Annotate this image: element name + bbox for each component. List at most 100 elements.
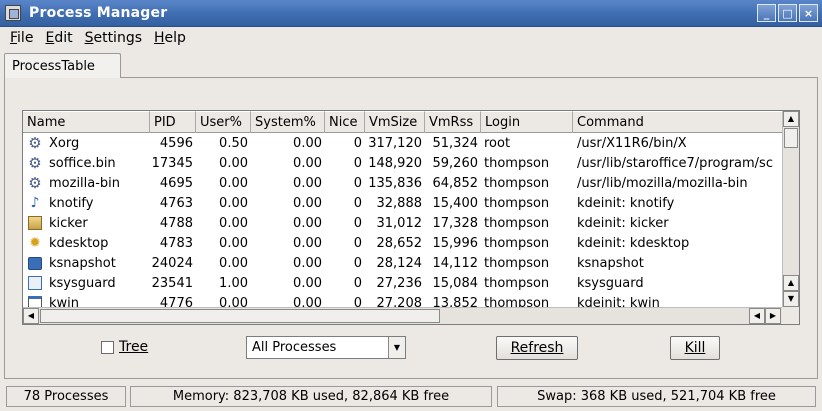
status-swap: Swap: 368 KB used, 521,704 KB free: [497, 386, 816, 407]
column-header-user-pct[interactable]: User%: [196, 111, 251, 133]
minimize-button[interactable]: _: [757, 4, 776, 22]
column-header-login[interactable]: Login: [481, 111, 573, 133]
cell-vmrss: 64,852: [432, 175, 479, 191]
cell-vmsize: 27,236: [376, 275, 423, 291]
cell-name: ⚙ soffice.bin: [23, 155, 150, 171]
cell-system-pct: 0.00: [293, 195, 322, 211]
cell-login: thompson: [484, 195, 550, 211]
horizontal-scrollbar[interactable]: ◀ ◀ ▶: [23, 307, 783, 324]
cell-login: thompson: [484, 275, 550, 291]
table-header: Name PID User% System% Nice VmSize VmRss Login C…: [23, 111, 783, 133]
cell-user-pct: 0.00: [219, 215, 248, 231]
scroll-left-button[interactable]: ◀: [23, 308, 39, 324]
table-row[interactable]: ⚙ soffice.bin 17345 0.00 0.00 0 148,920 59,260 t…: [23, 153, 783, 173]
gear-icon: ⚙: [28, 155, 42, 171]
cell-pid: 4596: [159, 135, 193, 151]
cell-system-pct: 0.00: [293, 135, 322, 151]
table-row[interactable]: ⚙ mozilla-bin 4695 0.00 0.00 0 135,836 64,852 th…: [23, 173, 783, 193]
menu-help[interactable]: Help: [148, 30, 192, 46]
cell-nice: 0: [353, 275, 362, 291]
cell-vmsize: 148,920: [368, 155, 422, 171]
chevron-down-icon[interactable]: ▼: [388, 337, 405, 358]
cell-vmsize: 135,836: [368, 175, 422, 191]
close-button[interactable]: ×: [799, 4, 818, 22]
column-header-name[interactable]: Name: [23, 111, 150, 133]
cell-vmsize: 28,124: [376, 255, 423, 271]
window-controls: _ □ ×: [757, 4, 818, 22]
column-header-command[interactable]: Command: [573, 111, 783, 133]
cell-user-pct: 0.00: [219, 255, 248, 271]
cell-command: /usr/lib/staroffice7/program/sc: [577, 155, 773, 171]
cell-system-pct: 0.00: [293, 235, 322, 251]
system-monitor-icon: [27, 275, 43, 291]
cell-nice: 0: [353, 195, 362, 211]
table-row[interactable]: ♪ knotify 4763 0.00 0.00 0 32,888 15,400 thompso…: [23, 193, 783, 213]
scroll-left-button-right[interactable]: ◀: [749, 308, 765, 324]
scroll-corner: [782, 307, 799, 324]
kill-button-label: Kill: [684, 340, 706, 356]
cell-system-pct: 0.00: [293, 275, 322, 291]
kicker-panel-icon: [27, 215, 43, 231]
cell-nice: 0: [353, 155, 362, 171]
kill-button[interactable]: Kill: [670, 336, 720, 360]
menu-file[interactable]: File: [4, 30, 39, 46]
table-row[interactable]: ✹ kdesktop 4783 0.00 0.00 0 28,652 15,996 thomps…: [23, 233, 783, 253]
cell-vmsize: 31,012: [376, 215, 423, 231]
app-icon: [5, 5, 21, 21]
cell-name: ⚙ mozilla-bin: [23, 175, 150, 191]
tab-process-table[interactable]: ProcessTable: [4, 53, 121, 78]
column-header-nice[interactable]: Nice: [325, 111, 365, 133]
desktop-sun-icon: ✹: [29, 235, 41, 251]
cell-login: thompson: [484, 255, 550, 271]
scroll-down-button[interactable]: ▼: [783, 291, 799, 307]
process-name: Xorg: [49, 135, 80, 151]
vertical-scroll-thumb[interactable]: [784, 128, 798, 148]
column-header-pid[interactable]: PID: [150, 111, 196, 133]
table-row[interactable]: ksnapshot 24024 0.00 0.00 0 28,124 14,112 thomp…: [23, 253, 783, 273]
process-name: kicker: [49, 215, 88, 231]
process-name: kdesktop: [49, 235, 109, 251]
cell-system-pct: 0.00: [293, 255, 322, 271]
vertical-scrollbar[interactable]: ▲ ▲ ▼: [782, 111, 799, 309]
process-name: knotify: [49, 195, 94, 211]
cell-nice: 0: [353, 175, 362, 191]
column-header-system-pct[interactable]: System%: [251, 111, 325, 133]
menu-bar: File Edit Settings Help: [0, 27, 822, 49]
menu-edit[interactable]: Edit: [39, 30, 78, 46]
table-row[interactable]: ksysguard 23541 1.00 0.00 0 27,236 15,084 thomp…: [23, 273, 783, 293]
cell-vmsize: 317,120: [368, 135, 422, 151]
tree-checkbox-label[interactable]: Tree: [119, 339, 148, 355]
cell-vmrss: 15,084: [432, 275, 479, 291]
cell-vmrss: 59,260: [432, 155, 479, 171]
refresh-button[interactable]: Refresh: [496, 336, 578, 360]
maximize-button[interactable]: □: [778, 4, 797, 22]
menu-settings[interactable]: Settings: [79, 30, 148, 46]
cell-nice: 0: [353, 235, 362, 251]
cell-name: ⚙ Xorg: [23, 135, 150, 151]
gear-icon: ⚙: [28, 175, 42, 191]
cell-login: root: [484, 135, 511, 151]
process-filter-select[interactable]: All Processes ▼: [246, 336, 406, 359]
scroll-up-button[interactable]: ▲: [783, 111, 799, 127]
table-row[interactable]: kicker 4788 0.00 0.00 0 31,012 17,328 thompson k…: [23, 213, 783, 233]
controls-row: Tree All Processes ▼ Refresh Kill: [0, 335, 822, 361]
cell-command: kdeinit: kicker: [577, 215, 669, 231]
cell-vmrss: 17,328: [432, 215, 479, 231]
tree-checkbox[interactable]: [101, 341, 114, 354]
cell-login: thompson: [484, 215, 550, 231]
cell-user-pct: 0.00: [219, 175, 248, 191]
refresh-button-label: Refresh: [510, 340, 564, 356]
table-row[interactable]: ⚙ Xorg 4596 0.50 0.00 0 317,120 51,324 root/usr/…: [23, 133, 783, 153]
column-header-vmsize[interactable]: VmSize: [365, 111, 425, 133]
scroll-right-button[interactable]: ▶: [765, 308, 781, 324]
cell-name: ksnapshot: [23, 255, 150, 271]
cell-pid: 4763: [159, 195, 193, 211]
scroll-up-button-lower[interactable]: ▲: [783, 275, 799, 291]
cell-system-pct: 0.00: [293, 215, 322, 231]
cell-command: kdeinit: kdesktop: [577, 235, 690, 251]
cell-vmrss: 15,996: [432, 235, 479, 251]
column-header-vmrss[interactable]: VmRss: [425, 111, 481, 133]
horizontal-scroll-thumb[interactable]: [40, 309, 440, 323]
cell-vmsize: 28,652: [376, 235, 423, 251]
cell-login: thompson: [484, 155, 550, 171]
